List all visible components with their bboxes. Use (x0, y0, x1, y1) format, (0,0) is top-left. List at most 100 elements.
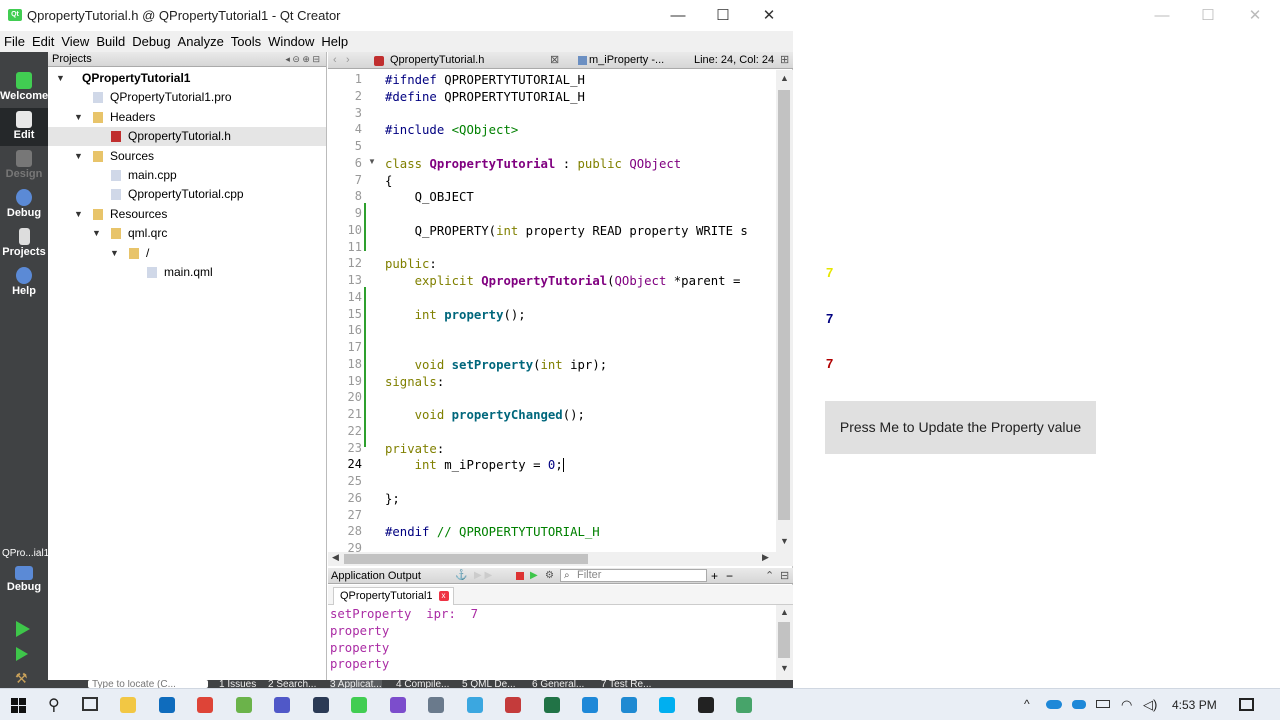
close-document-icon[interactable]: ⊠ (550, 52, 559, 69)
editor-vertical-scrollbar[interactable]: ▲ ▼ (776, 70, 793, 552)
qt-creator-icon[interactable] (351, 697, 367, 713)
code-line[interactable]: { (385, 173, 392, 190)
excel-icon[interactable] (543, 697, 560, 713)
battery-icon[interactable] (1096, 700, 1110, 708)
rerun-icon[interactable]: ▶ ▶ (474, 568, 492, 584)
code-line[interactable]: class QpropertyTutorial : public QObject (385, 156, 681, 173)
wifi-icon[interactable]: ◠ (1121, 697, 1132, 713)
run-icon[interactable]: ▶ (530, 568, 538, 584)
symbol-selector[interactable]: m_iProperty -... (589, 52, 664, 69)
zoom-out-icon[interactable]: − (726, 568, 733, 584)
filter-input[interactable]: ⌕ Filter (560, 569, 707, 582)
code-line[interactable]: signals: (385, 374, 444, 391)
expand-arrow-icon[interactable]: ▼ (74, 205, 83, 224)
visual-studio-icon[interactable] (389, 697, 406, 713)
menu-analyze[interactable]: Analyze (174, 31, 227, 52)
kit-selector[interactable]: Debug (0, 563, 48, 601)
scroll-left-arrow-icon[interactable]: ◀ (332, 552, 339, 563)
tree-item[interactable]: QpropertyTutorial.cpp (48, 185, 326, 204)
preview-minimize-button[interactable]: — (1139, 0, 1185, 31)
code-line[interactable]: int property(); (385, 307, 526, 324)
code-line[interactable]: #endif // QPROPERTYTUTORIAL_H (385, 524, 600, 541)
chrome-icon[interactable] (197, 697, 213, 713)
scroll-up-arrow-icon[interactable]: ▲ (780, 73, 789, 83)
maximize-button[interactable]: ☐ (700, 0, 746, 31)
code-line[interactable]: #ifndef QPROPERTYTUTORIAL_H (385, 72, 585, 89)
code-line[interactable]: #define QPROPERTYTUTORIAL_H (385, 89, 585, 106)
show-hidden-icons[interactable]: ^ (1024, 697, 1030, 711)
edge-icon[interactable] (582, 697, 598, 713)
scroll-right-arrow-icon[interactable]: ▶ (762, 552, 769, 563)
search-results-tab[interactable]: 2 Search... (268, 680, 316, 688)
expand-arrow-icon[interactable]: ▼ (74, 147, 83, 166)
paint-icon[interactable] (466, 697, 483, 713)
expand-arrow-icon[interactable]: ▼ (74, 108, 83, 127)
scroll-thumb[interactable] (778, 622, 790, 658)
mode-help[interactable]: Help (0, 264, 48, 302)
tree-item[interactable]: ▼ Headers (48, 108, 326, 127)
task-view-icon[interactable] (82, 697, 98, 711)
menu-edit[interactable]: Edit (28, 31, 57, 52)
expand-arrow-icon[interactable]: ▼ (110, 244, 119, 263)
notepad-icon[interactable] (235, 697, 252, 713)
monitor-icon[interactable] (505, 697, 521, 713)
run-button[interactable] (16, 621, 30, 637)
tree-item[interactable]: QpropertyTutorial.h (48, 127, 326, 147)
zoom-in-icon[interactable]: + (711, 568, 718, 584)
app-icon[interactable] (736, 697, 752, 713)
issues-tab[interactable]: 1 Issues (213, 680, 256, 688)
code-line[interactable]: public: (385, 256, 437, 273)
code-line[interactable]: Q_PROPERTY(int property READ property WR… (385, 223, 748, 240)
debug-run-button[interactable] (16, 647, 28, 661)
onedrive-icon[interactable] (1072, 700, 1086, 709)
close-button[interactable]: ✕ (746, 0, 792, 31)
menu-tools[interactable]: Tools (227, 31, 264, 52)
output-tab[interactable]: QPropertyTutorial1 x (333, 587, 454, 605)
output-scrollbar[interactable]: ▲ ▼ (776, 605, 793, 680)
code-editor[interactable]: #ifndef QPROPERTYTUTORIAL_H #define QPROP… (381, 70, 776, 552)
scroll-thumb[interactable] (778, 90, 790, 520)
menu-help[interactable]: Help (317, 31, 351, 52)
tree-item[interactable]: ▼ QPropertyTutorial1 (48, 69, 326, 88)
obs-icon[interactable] (697, 697, 714, 713)
code-line[interactable]: private: (385, 441, 444, 458)
general-messages-tab[interactable]: 6 General... (532, 680, 584, 688)
mode-design[interactable]: Design (0, 147, 48, 185)
scroll-down-arrow-icon[interactable]: ▼ (780, 536, 789, 546)
tree-item[interactable]: QPropertyTutorial1.pro (48, 88, 326, 107)
scroll-up-arrow-icon[interactable]: ▲ (780, 607, 789, 617)
compile-output-tab[interactable]: 4 Compile... (396, 680, 449, 688)
expand-arrow-icon[interactable]: ▼ (56, 69, 65, 88)
open-file-selector[interactable]: QpropertyTutorial.h (390, 52, 484, 69)
attach-icon[interactable]: ⚓ (455, 568, 467, 584)
tree-item[interactable]: main.cpp (48, 166, 326, 185)
locator-input[interactable]: Type to locate (C... (88, 680, 208, 688)
file-explorer-icon[interactable] (120, 697, 136, 713)
package-icon[interactable] (312, 697, 329, 713)
tree-item[interactable]: main.qml (48, 263, 326, 282)
mode-edit[interactable]: Edit (0, 108, 48, 146)
code-line[interactable]: explicit QpropertyTutorial(QObject *pare… (385, 273, 748, 290)
code-line[interactable]: void propertyChanged(); (385, 407, 585, 424)
tree-item[interactable]: ▼ Resources (48, 205, 326, 224)
menu-view[interactable]: View (57, 31, 92, 52)
split-icon[interactable]: ⊞ (780, 52, 789, 69)
mode-debug[interactable]: Debug (0, 186, 48, 224)
close-tab-icon[interactable]: x (438, 591, 449, 601)
update-property-button[interactable]: Press Me to Update the Property value (825, 401, 1096, 454)
code-line[interactable]: }; (385, 491, 400, 508)
back-arrow-icon[interactable]: ‹ (333, 52, 337, 69)
build-hammer-icon[interactable]: ⚒ (15, 670, 31, 686)
preview-maximize-button[interactable]: ☐ (1185, 0, 1231, 31)
fold-marker-icon[interactable]: ▼ (368, 157, 376, 166)
mode-projects[interactable]: Projects (0, 225, 48, 263)
tree-item[interactable]: ▼ Sources (48, 147, 326, 166)
expand-arrow-icon[interactable]: ▼ (92, 224, 101, 243)
maximize-pane-icon[interactable]: ⌃ (765, 568, 774, 584)
menu-debug[interactable]: Debug (128, 31, 173, 52)
forward-arrow-icon[interactable]: › (346, 52, 350, 69)
notifications-icon[interactable] (1239, 698, 1254, 711)
code-line[interactable]: void setProperty(int ipr); (385, 357, 608, 374)
h-scroll-thumb[interactable] (344, 554, 588, 564)
volume-icon[interactable]: ◁) (1143, 697, 1157, 713)
